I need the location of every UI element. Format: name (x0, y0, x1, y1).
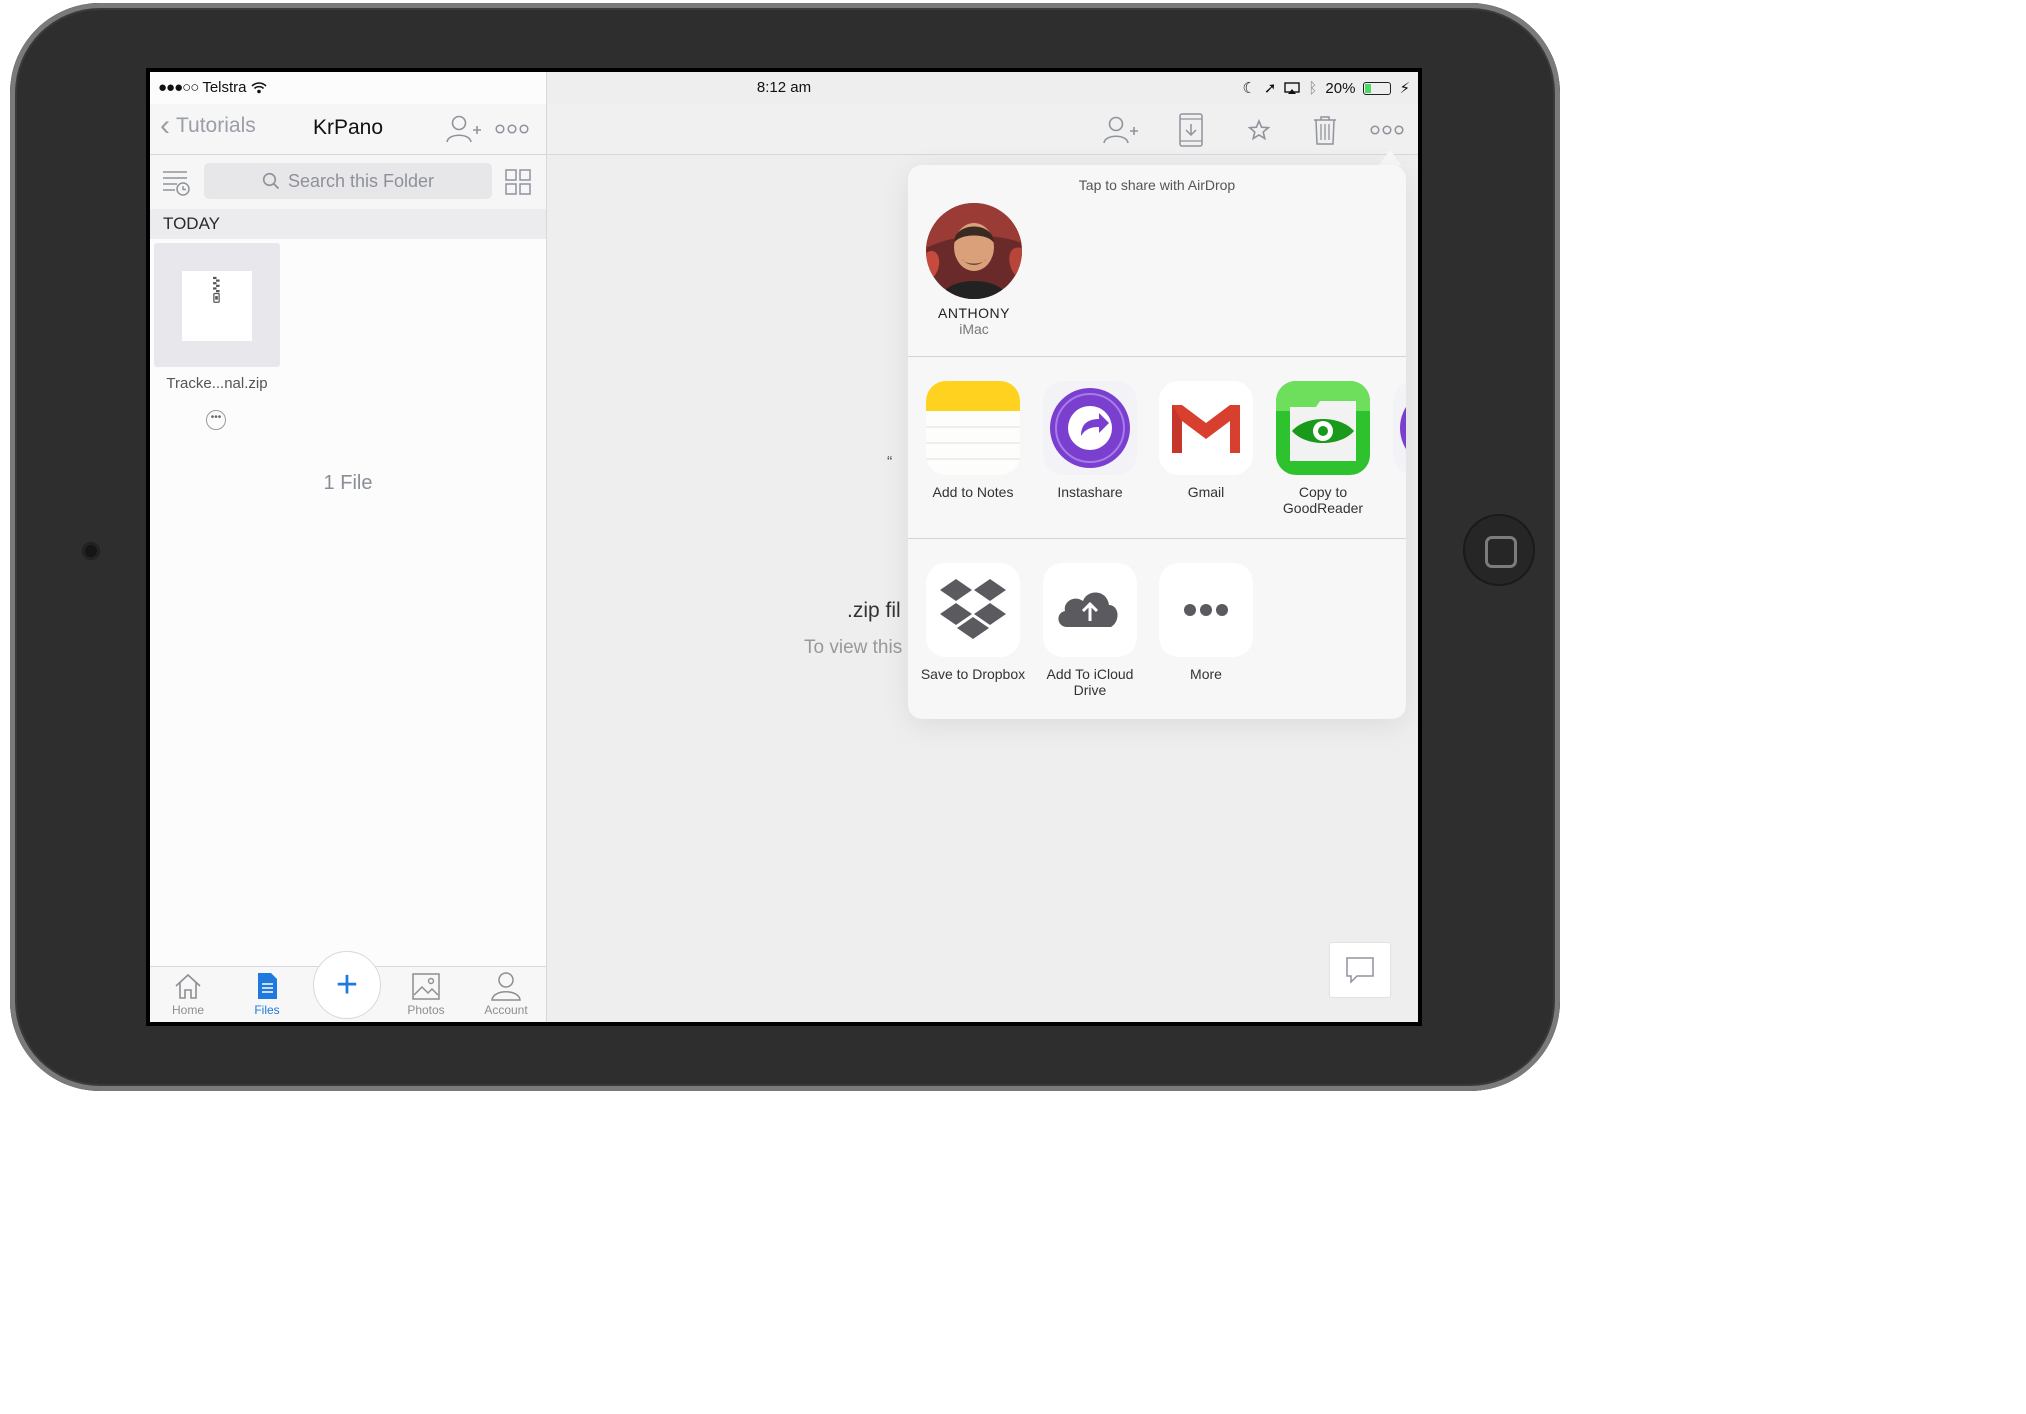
back-label: Tutorials (176, 114, 256, 137)
chevron-left-icon: ‹ (160, 109, 170, 142)
photos-icon (412, 973, 440, 1000)
location-icon: ➚ (1263, 80, 1277, 97)
folder-toolbar: Search this Folder (150, 155, 546, 209)
file-more-options-icon[interactable]: ••• (206, 410, 226, 430)
tab-files[interactable]: Files (232, 971, 302, 1017)
front-camera (82, 542, 100, 560)
search-input[interactable]: Search this Folder (204, 163, 492, 199)
files-icon (258, 973, 277, 999)
share-action-dropbox[interactable]: Save to Dropbox (915, 563, 1031, 682)
share-app-notes[interactable]: Add to Notes (915, 381, 1031, 500)
home-icon (175, 973, 201, 999)
goodreader-icon (1276, 381, 1370, 475)
add-button[interactable]: + (313, 951, 381, 1019)
download-icon[interactable] (1169, 112, 1213, 148)
divider (908, 356, 1406, 357)
icloud-upload-icon (1043, 563, 1137, 657)
preview-mark: “ (887, 454, 893, 471)
gmail-icon (1159, 381, 1253, 475)
trash-icon[interactable] (1303, 112, 1347, 148)
share-sheet-pointer (1378, 150, 1402, 166)
share-app-gmail[interactable]: Gmail (1148, 381, 1264, 500)
status-time: 8:12 am (756, 79, 812, 96)
share-person-icon[interactable] (1099, 112, 1143, 148)
tab-account[interactable]: Account (471, 971, 541, 1017)
share-action-icloud[interactable]: Add To iCloud Drive (1032, 563, 1148, 698)
preview-nav-bar (547, 104, 1418, 155)
more-icon (1159, 563, 1253, 657)
home-button[interactable] (1463, 514, 1535, 586)
left-nav-bar: ‹ Tutorials KrPano (150, 104, 546, 155)
share-app-goodreader[interactable]: Copy to GoodReader (1265, 381, 1381, 516)
share-action-more[interactable]: More (1148, 563, 1264, 682)
contact-device: iMac (959, 321, 989, 337)
section-header-today: TODAY (150, 209, 546, 239)
app-display: ‹ Tutorials KrPano Search this Folder TO… (150, 72, 1418, 1022)
search-icon (262, 172, 280, 190)
more-options-icon[interactable] (1365, 112, 1409, 148)
charging-icon: ⚡ (1399, 80, 1410, 97)
search-placeholder: Search this Folder (287, 170, 435, 191)
contact-name: ANTHONY (938, 305, 1010, 321)
sort-recent-icon[interactable] (156, 165, 196, 199)
tab-bar: Home Files + Photos Account (150, 951, 546, 1022)
ipad-screen: ‹ Tutorials KrPano Search this Folder TO… (146, 68, 1422, 1026)
bluetooth-icon: ᛒ (1308, 79, 1318, 97)
airplay-icon (1284, 81, 1301, 94)
notes-icon (926, 381, 1020, 475)
file-thumbnail[interactable] (154, 243, 280, 367)
airdrop-label: Tap to share with AirDrop (1078, 177, 1236, 193)
chat-bubble-icon (1346, 957, 1374, 984)
grid-view-icon[interactable] (498, 165, 538, 199)
share-app-instashare[interactable]: Instashare (1032, 381, 1148, 500)
back-button[interactable]: ‹ Tutorials (160, 109, 256, 142)
star-icon[interactable] (1237, 112, 1281, 148)
add-person-icon[interactable] (444, 112, 484, 146)
avatar (926, 203, 1022, 299)
tab-photos[interactable]: Photos (391, 971, 461, 1017)
share-app-partial[interactable]: I (1382, 381, 1406, 500)
battery-icon (1363, 81, 1392, 95)
airdrop-contact[interactable]: ANTHONY iMac (922, 203, 1026, 337)
instashare-icon (1043, 381, 1137, 475)
status-bar: ●●●○○ Telstra 8:12 am ☾ ➚ ᛒ 20% ⚡ (150, 72, 1418, 104)
dropbox-icon (926, 563, 1020, 657)
partial-app-icon (1393, 381, 1406, 475)
account-icon (491, 972, 521, 1001)
preview-subtitle: To view this (804, 637, 903, 658)
chat-button[interactable] (1329, 942, 1391, 998)
moon-icon: ☾ (1242, 80, 1256, 97)
battery-percent: 20% (1325, 79, 1356, 97)
divider (908, 538, 1406, 539)
more-options-icon[interactable] (492, 112, 532, 146)
file-browser-pane: ‹ Tutorials KrPano Search this Folder TO… (150, 72, 547, 1022)
file-count: 1 File (323, 472, 373, 494)
share-sheet: Tap to share with AirDrop ANTHONY iMac A… (908, 165, 1406, 719)
preview-title: .zip fil (847, 599, 901, 622)
tab-home[interactable]: Home (153, 971, 223, 1017)
zip-file-icon (182, 271, 252, 341)
file-name[interactable]: Tracke...nal.zip (150, 375, 284, 392)
